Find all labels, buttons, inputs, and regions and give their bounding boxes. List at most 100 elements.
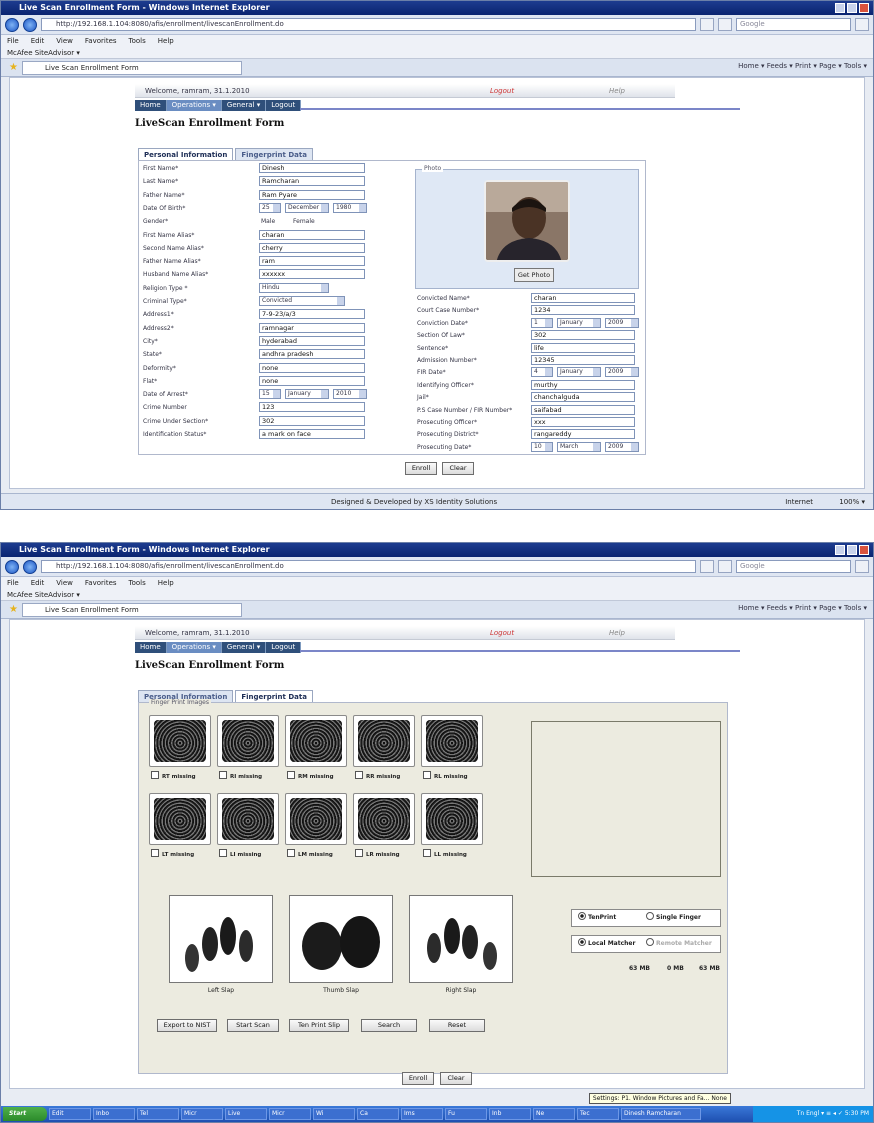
logout-logo[interactable]: Logout [490,84,514,98]
menu-view[interactable]: View [56,35,73,47]
month-select[interactable]: December [285,202,329,213]
missing-checkbox-lm[interactable]: LM missing [287,849,333,858]
month-select[interactable]: January [557,367,601,378]
identification-status-input[interactable]: a mark on face [259,429,365,439]
back-icon[interactable] [5,17,19,32]
menu-help[interactable]: Help [158,35,174,47]
admission-number-input[interactable]: 12345 [531,355,635,365]
fingerprint-image-rm[interactable] [285,715,347,767]
taskbar-task-13[interactable]: Dinesh Ramcharan [621,1108,701,1120]
remote-matcher-radio[interactable]: Remote Matcher [646,936,712,952]
father-name-alias-input[interactable]: ram [259,256,365,267]
fingerprint-image-ri[interactable] [217,715,279,767]
identifying-officer-input[interactable]: murthy [531,379,635,390]
state-input[interactable]: andhra pradesh [259,349,365,360]
address1-input[interactable]: 7-9-23/a/3 [259,309,365,320]
flat-input[interactable]: none [259,375,365,386]
fingerprint-image-rt[interactable] [149,715,211,767]
menu-favorites[interactable]: Favorites [85,577,117,589]
fingerprint-image-lm[interactable] [285,793,347,845]
nav-general[interactable]: General ▾ [222,100,267,111]
last-name-input[interactable]: Ramcharan [259,176,365,187]
deformity-input[interactable]: none [259,362,365,373]
address-input[interactable]: http://192.168.1.104:8080/afis/enrollmen… [41,18,696,31]
taskbar-task-11[interactable]: Ne [533,1108,575,1120]
command-bar[interactable]: Home ▾ Feeds ▾ Print ▾ Page ▾ Tools ▾ [738,62,867,70]
nav-operations[interactable]: Operations ▾ [166,642,222,653]
zoom-level[interactable]: 100% ▾ [839,494,865,509]
fingerprint-image-rr[interactable] [353,715,415,767]
taskbar-task-8[interactable]: Ims [401,1108,443,1120]
missing-checkbox-lt[interactable]: LT missing [151,849,194,858]
favorites-star-icon[interactable]: ★ [9,62,18,73]
nav-logout[interactable]: Logout [266,100,302,111]
tab-fingerprint-data[interactable]: Fingerprint Data [235,690,313,702]
jail-input[interactable]: chanchalguda [531,392,635,403]
missing-checkbox-ri[interactable]: RI missing [219,771,262,780]
day-select[interactable]: 4 [531,367,553,378]
tenprint-radio[interactable]: TenPrint [578,910,616,926]
nav-home[interactable]: Home [135,642,167,653]
browser-tab[interactable]: Live Scan Enrollment Form [21,602,242,617]
missing-checkbox-li[interactable]: LI missing [219,849,261,858]
taskbar-task-7[interactable]: Ca [357,1108,399,1120]
taskbar-task-3[interactable]: Micr [181,1108,223,1120]
address2-input[interactable]: ramnagar [259,322,365,333]
search-input[interactable]: Google [736,18,851,31]
menu-help[interactable]: Help [158,577,174,589]
maximize-button[interactable] [847,545,857,555]
ten-print-slip-button[interactable]: Ten Print Slip [289,1019,349,1032]
sentence-input[interactable]: life [531,342,635,353]
refresh-icon[interactable] [700,560,714,573]
month-select[interactable]: January [285,389,329,400]
day-select[interactable]: 25 [259,202,281,213]
search-input[interactable]: Google [736,560,851,573]
missing-checkbox-lr[interactable]: LR missing [355,849,400,858]
nav-general[interactable]: General ▾ [222,642,267,653]
help-logo[interactable]: Help [609,626,625,640]
address-input[interactable]: http://192.168.1.104:8080/afis/enrollmen… [41,560,696,573]
gender-male-radio[interactable]: Male [261,216,275,227]
browser-tab[interactable]: Live Scan Enrollment Form [21,60,242,75]
city-input[interactable]: hyderabad [259,335,365,346]
taskbar-task-9[interactable]: Fu [445,1108,487,1120]
maximize-button[interactable] [847,3,857,13]
court-case-number-input[interactable]: 1234 [531,305,635,316]
taskbar-task-2[interactable]: Tel [137,1108,179,1120]
missing-checkbox-rt[interactable]: RT missing [151,771,196,780]
thumb-slap-image[interactable] [289,895,393,983]
missing-checkbox-rl[interactable]: RL missing [423,771,468,780]
close-button[interactable] [859,3,869,13]
menu-edit[interactable]: Edit [31,35,45,47]
stop-icon[interactable] [718,18,732,31]
month-select[interactable]: January [557,317,601,328]
logout-logo[interactable]: Logout [490,626,514,640]
menu-file[interactable]: File [7,35,19,47]
crime-under-section-input[interactable]: 302 [259,415,365,426]
day-select[interactable]: 15 [259,389,281,400]
nav-home[interactable]: Home [135,100,167,111]
help-logo[interactable]: Help [609,84,625,98]
gender-female-radio[interactable]: Female [293,216,315,227]
taskbar-task-5[interactable]: Micr [269,1108,311,1120]
prosecuting-district-input[interactable]: rangareddy [531,429,635,440]
taskbar-task-1[interactable]: Inbo [93,1108,135,1120]
menu-view[interactable]: View [56,577,73,589]
stop-icon[interactable] [718,560,732,573]
year-select[interactable]: 2009 [605,317,639,328]
year-select[interactable]: 1980 [333,202,367,213]
menu-file[interactable]: File [7,577,19,589]
convicted-name-input[interactable]: charan [531,293,635,303]
left-slap-image[interactable] [169,895,273,983]
husband-name-alias-input[interactable]: xxxxxx [259,269,365,280]
missing-checkbox-rm[interactable]: RM missing [287,771,334,780]
menu-tools[interactable]: Tools [129,35,146,47]
p-s-case-number-fir-number-input[interactable]: saifabad [531,404,635,415]
get-photo-button[interactable]: Get Photo [514,268,554,282]
menu-favorites[interactable]: Favorites [85,35,117,47]
start-button[interactable]: Start [3,1107,47,1121]
search-icon[interactable] [855,18,869,31]
close-button[interactable] [859,545,869,555]
back-icon[interactable] [5,559,19,574]
day-select[interactable]: 10 [531,441,553,452]
